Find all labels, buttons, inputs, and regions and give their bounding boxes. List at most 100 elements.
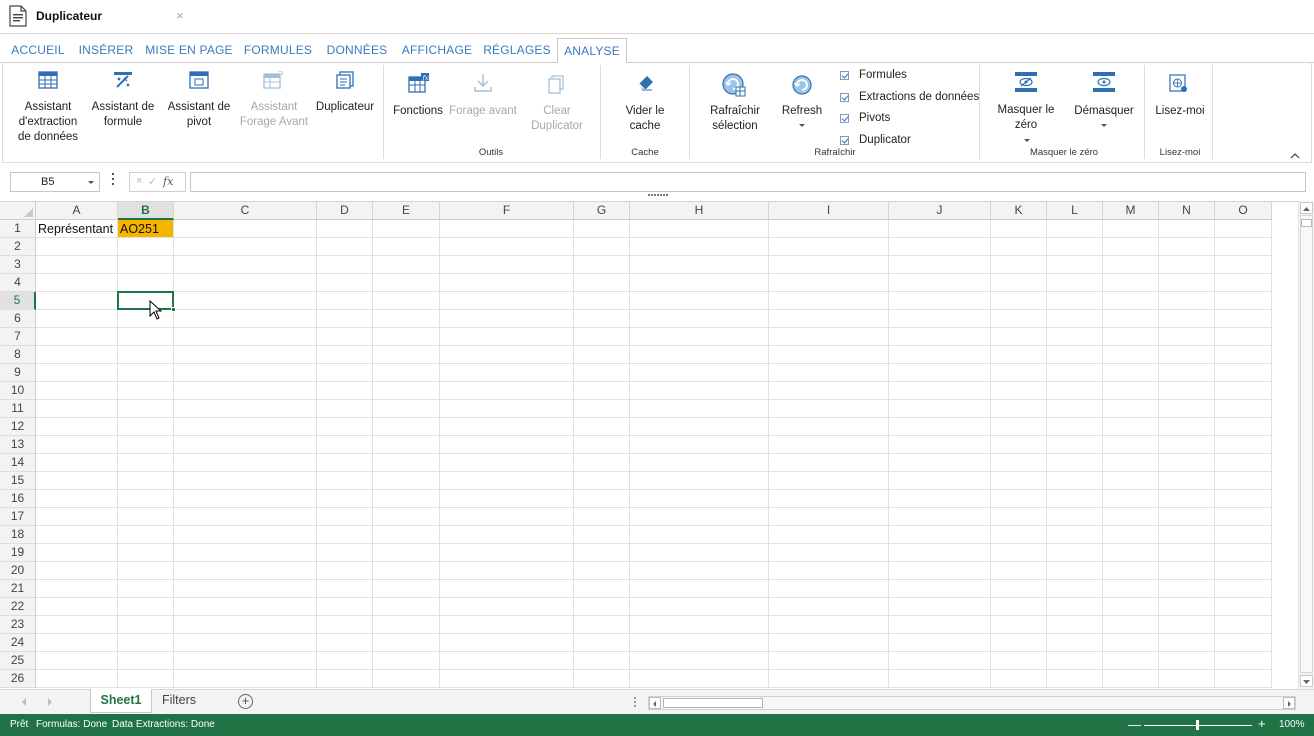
tab-mise-en-page[interactable]: MISE EN PAGE [144, 38, 234, 63]
tab-analyse[interactable]: ANALYSE [557, 38, 627, 64]
tab-inserer[interactable]: INSÉRER [76, 38, 136, 63]
row-header-8[interactable]: 8 [0, 346, 36, 364]
next-sheet-arrow-icon[interactable] [48, 698, 52, 706]
row-header-24[interactable]: 24 [0, 634, 36, 652]
row-header-23[interactable]: 23 [0, 616, 36, 634]
vider-cache-button[interactable]: Vider le cache [615, 104, 675, 134]
cell-a1[interactable]: Représentant [36, 220, 113, 238]
column-header-a[interactable]: A [36, 202, 118, 220]
row-header-22[interactable]: 22 [0, 598, 36, 616]
scroll-down-button[interactable] [1300, 675, 1313, 687]
row-header-14[interactable]: 14 [0, 454, 36, 472]
refresh-button[interactable]: Refresh [775, 104, 829, 119]
name-box-dropdown-chevron-icon[interactable] [88, 181, 94, 184]
column-header-b[interactable]: B [118, 202, 174, 220]
column-header-n[interactable]: N [1159, 202, 1215, 220]
forage-avant-button[interactable]: Forage avant [449, 104, 517, 119]
assistant-formule-button[interactable]: Assistant de formule [89, 100, 157, 130]
row-header-1[interactable]: 1 [0, 220, 36, 238]
row-header-12[interactable]: 12 [0, 418, 36, 436]
collapse-ribbon-chevron-up-icon[interactable] [1290, 148, 1300, 162]
vertical-scroll-thumb[interactable] [1301, 219, 1312, 227]
zoom-in-plus-icon[interactable]: + [1258, 716, 1266, 731]
column-header-d[interactable]: D [317, 202, 373, 220]
demasquer-button[interactable]: Démasquer [1069, 104, 1139, 119]
formula-input[interactable] [190, 172, 1306, 192]
scroll-up-button[interactable] [1300, 202, 1313, 214]
assistant-pivot-button[interactable]: Assistant de pivot [163, 100, 235, 130]
checkbox-checked-icon[interactable] [840, 71, 849, 80]
column-header-i[interactable]: I [769, 202, 889, 220]
column-header-f[interactable]: F [440, 202, 574, 220]
zoom-slider-handle[interactable] [1196, 720, 1199, 730]
horizontal-scroll-thumb[interactable] [663, 698, 763, 708]
row-header-26[interactable]: 26 [0, 670, 36, 688]
cancel-formula-icon[interactable]: × [136, 175, 142, 187]
spreadsheet-grid[interactable]: A B C D E F G H I J K L M N O 1 2 3 4 5 6 7 8 9 10 11 12 13 14 15 16 17… [0, 201, 1298, 689]
tab-accueil[interactable]: ACCUEIL [6, 38, 70, 63]
horizontal-scrollbar[interactable] [648, 696, 1296, 710]
row-header-25[interactable]: 25 [0, 652, 36, 670]
confirm-formula-icon[interactable]: ✓ [148, 175, 157, 188]
checkbox-checked-icon[interactable] [840, 136, 849, 145]
vertical-scrollbar[interactable] [1298, 201, 1314, 689]
column-header-h[interactable]: H [630, 202, 769, 220]
lisez-moi-button[interactable]: Lisez-moi [1151, 104, 1209, 119]
clear-duplicator-button[interactable]: Clear Duplicator [523, 104, 591, 134]
tab-splitter-handle[interactable] [634, 697, 637, 709]
cell-b1[interactable]: AO251 [118, 220, 159, 238]
duplicateur-button[interactable]: Duplicateur [313, 100, 377, 115]
row-header-10[interactable]: 10 [0, 382, 36, 400]
selected-cell-outline[interactable] [117, 291, 174, 310]
name-box[interactable]: B5 [10, 172, 100, 192]
row-header-11[interactable]: 11 [0, 400, 36, 418]
assistant-forage-button[interactable]: Assistant Forage Avant [239, 100, 309, 130]
row-header-13[interactable]: 13 [0, 436, 36, 454]
refresh-dropdown-chevron-icon[interactable] [799, 124, 805, 127]
select-all-corner[interactable] [0, 202, 36, 220]
previous-sheet-arrow-icon[interactable] [22, 698, 26, 706]
row-header-18[interactable]: 18 [0, 526, 36, 544]
row-header-16[interactable]: 16 [0, 490, 36, 508]
column-header-c[interactable]: C [174, 202, 317, 220]
column-header-e[interactable]: E [373, 202, 440, 220]
insert-function-icon[interactable]: fx [163, 175, 173, 188]
row-header-4[interactable]: 4 [0, 274, 36, 292]
demasquer-dropdown-chevron-icon[interactable] [1101, 124, 1107, 127]
vertical-scroll-track[interactable] [1300, 215, 1313, 673]
row-header-21[interactable]: 21 [0, 580, 36, 598]
tab-reglages[interactable]: RÉGLAGES [482, 38, 552, 63]
tab-donnees[interactable]: DONNÉES [322, 38, 392, 63]
row-header-6[interactable]: 6 [0, 310, 36, 328]
row-header-20[interactable]: 20 [0, 562, 36, 580]
rafraichir-selection-button[interactable]: Rafraîchir sélection [703, 104, 767, 134]
column-header-o[interactable]: O [1215, 202, 1272, 220]
zoom-out-minus-icon[interactable]: — [1128, 717, 1141, 732]
sheet-tab-filters[interactable]: Filters [154, 689, 204, 713]
row-header-17[interactable]: 17 [0, 508, 36, 526]
column-header-l[interactable]: L [1047, 202, 1103, 220]
formula-bar-resize-handle[interactable] [648, 194, 670, 198]
masquer-dropdown-chevron-icon[interactable] [1024, 139, 1030, 142]
fonctions-button[interactable]: Fonctions [393, 104, 443, 119]
more-options-icon[interactable] [112, 173, 115, 187]
column-header-j[interactable]: J [889, 202, 991, 220]
row-header-3[interactable]: 3 [0, 256, 36, 274]
sheet-tab-sheet1[interactable]: Sheet1 [90, 689, 152, 713]
column-header-g[interactable]: G [574, 202, 630, 220]
add-sheet-plus-icon[interactable]: + [238, 694, 253, 709]
tab-formules[interactable]: FORMULES [242, 38, 314, 63]
scroll-left-button[interactable] [649, 697, 661, 709]
close-document-icon[interactable]: × [176, 8, 184, 23]
scroll-right-button[interactable] [1283, 697, 1295, 709]
assistant-extraction-button[interactable]: Assistant d'extraction de données [11, 100, 85, 145]
column-header-m[interactable]: M [1103, 202, 1159, 220]
row-header-7[interactable]: 7 [0, 328, 36, 346]
fill-handle[interactable] [171, 307, 176, 312]
checkbox-checked-icon[interactable] [840, 93, 849, 102]
column-header-k[interactable]: K [991, 202, 1047, 220]
row-header-9[interactable]: 9 [0, 364, 36, 382]
tab-affichage[interactable]: AFFICHAGE [400, 38, 474, 63]
row-header-19[interactable]: 19 [0, 544, 36, 562]
checkbox-checked-icon[interactable] [840, 114, 849, 123]
